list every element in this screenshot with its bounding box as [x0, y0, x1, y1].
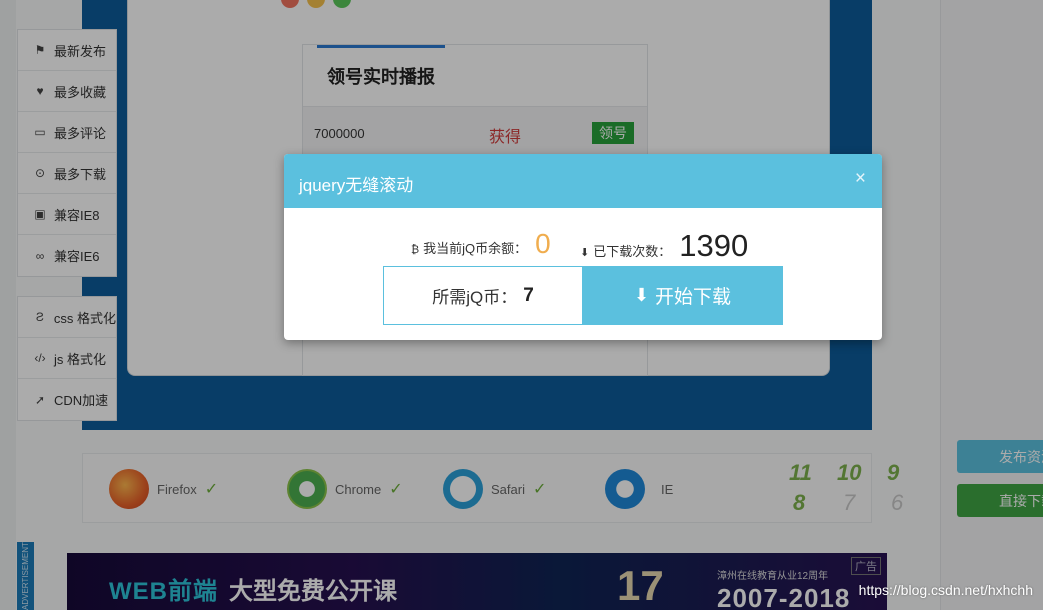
bitcoin-icon: ₿ [411, 244, 420, 256]
download-icon: ⬇ [580, 247, 590, 259]
start-download-button[interactable]: ⬇ 开始下载 [582, 266, 783, 325]
download-count-label: 已下载次数： [593, 244, 672, 259]
modal-stats: ₿ 我当前jQ币余额： 0 ⬇ 已下载次数： 1390 [284, 226, 882, 266]
watermark: https://blog.csdn.net/hxhchh [858, 582, 1033, 598]
price-value: 7 [523, 284, 534, 306]
download-icon: ⬇ [633, 285, 650, 305]
download-count: ⬇ 已下载次数： 1390 [580, 228, 748, 264]
modal-header: jquery无缝滚动 × [284, 154, 882, 208]
coin-balance-label: 我当前jQ币余额： [423, 241, 528, 256]
download-count-value: 1390 [679, 228, 749, 263]
coin-balance: ₿ 我当前jQ币余额： 0 [411, 228, 551, 260]
start-download-label: 开始下载 [655, 287, 732, 308]
coin-balance-value: 0 [535, 228, 551, 259]
price-box: 所需jQ币： 7 [383, 266, 583, 325]
modal-title: jquery无缝滚动 [299, 176, 414, 195]
price-label: 所需jQ币： [432, 288, 518, 307]
close-icon[interactable]: × [855, 168, 866, 190]
download-modal: jquery无缝滚动 × ₿ 我当前jQ币余额： 0 ⬇ 已下载次数： 1390… [284, 154, 882, 340]
